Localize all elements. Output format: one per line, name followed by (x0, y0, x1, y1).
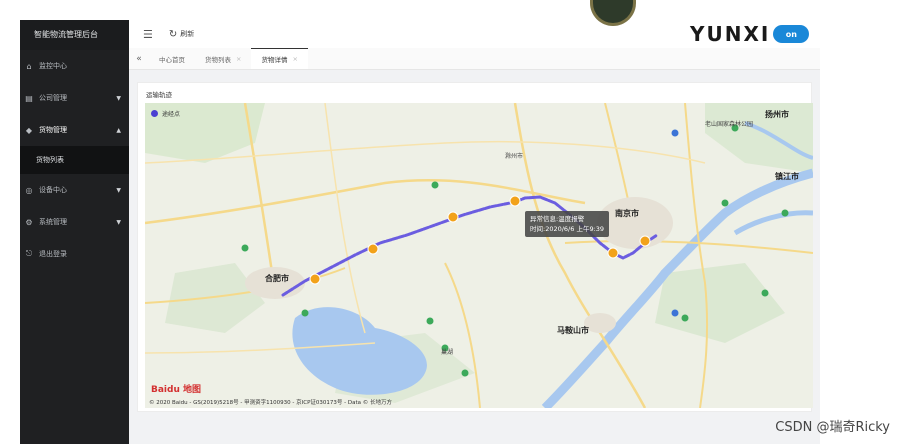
header-blank (636, 0, 690, 22)
map-canvas (145, 103, 813, 408)
close-icon[interactable]: × (236, 55, 241, 63)
chevron-down-icon: ▼ (116, 186, 121, 194)
box-icon: ◆ (25, 125, 33, 135)
map-city-label: 合肥市 (265, 274, 289, 283)
refresh-button[interactable]: ↻ 刷新 (169, 29, 194, 40)
map-city-label: 镇江市 (775, 172, 799, 181)
sidebar-item-company[interactable]: ▤ 公司管理 ▼ (20, 82, 129, 114)
tab-label: 货物列表 (205, 55, 231, 64)
logout-icon: ⎋ (25, 249, 33, 258)
close-icon[interactable]: × (292, 55, 297, 63)
tab-home[interactable]: 中心首页 (149, 48, 195, 69)
sidebar-item-logout[interactable]: ⎋ 退出登录 (20, 238, 129, 270)
map-city-label: 扬州市 (765, 110, 789, 119)
map-view[interactable]: 途经点 合肥市 南京市 马鞍山市 滁州市 扬州市 镇江市 巢湖 老山国家森林公园… (145, 103, 813, 408)
sidebar: 智能物流管理后台 ⌂ 监控中心 ▤ 公司管理 ▼ ◆ 货物管理 ▲ 货物列表 ◎… (20, 20, 129, 444)
sidebar-item-label: 设备中心 (39, 186, 67, 194)
main-content: 运输轨迹 途经点 合肥市 南京市 马鞍山市 滁州市 扬州市 镇江市 巢湖 老山国… (129, 70, 820, 444)
sidebar-item-label: 监控中心 (39, 62, 67, 70)
app-title: 智能物流管理后台 (20, 20, 129, 50)
baidu-logo-suffix: du 地图 (167, 385, 202, 395)
map-city-label: 南京市 (615, 209, 639, 218)
map-place-label: 巢湖 (441, 349, 454, 356)
sidebar-item-system[interactable]: ⚙ 系统管理 ▼ (20, 206, 129, 238)
sidebar-item-monitor[interactable]: ⌂ 监控中心 (20, 50, 129, 82)
gear-icon: ⚙ (25, 217, 33, 227)
sidebar-item-label: 退出登录 (39, 250, 67, 258)
sidebar-item-label: 公司管理 (39, 94, 67, 102)
brand-badge: on (773, 25, 810, 43)
tab-scroll-left-icon[interactable]: « (129, 48, 149, 69)
app-window: 智能物流管理后台 ⌂ 监控中心 ▤ 公司管理 ▼ ◆ 货物管理 ▲ 货物列表 ◎… (0, 0, 908, 444)
chevron-down-icon: ▼ (116, 218, 121, 226)
map-legend: 途经点 (151, 109, 180, 118)
route-panel: 运输轨迹 途经点 合肥市 南京市 马鞍山市 滁州市 扬州市 镇江市 巢湖 老山国… (137, 82, 813, 412)
tab-label: 中心首页 (159, 55, 185, 64)
baidu-logo: Baidu 地图 (151, 382, 201, 395)
sidebar-item-devices[interactable]: ◎ 设备中心 ▼ (20, 174, 129, 206)
brand-logo: YUNXI on (690, 22, 898, 46)
map-attribution: © 2020 Baidu - GS(2019)5218号 - 甲测资字11009… (149, 400, 393, 406)
chevron-up-icon: ▲ (116, 126, 121, 134)
hamburger-menu-icon[interactable]: ☰ (143, 28, 153, 41)
tab-goods-detail[interactable]: 货物详情 × (251, 48, 308, 69)
baidu-logo-text: Bai (151, 385, 168, 395)
sidebar-subitem-goods-list[interactable]: 货物列表 (20, 146, 129, 174)
tooltip-line-2: 时间:2020/6/6 上午9:39 (530, 225, 605, 233)
home-icon: ⌂ (26, 61, 32, 71)
map-city-label: 滁州市 (505, 153, 524, 160)
tab-goods-list[interactable]: 货物列表 × (195, 48, 251, 69)
chevron-down-icon: ▼ (116, 94, 121, 102)
map-place-label: 老山国家森林公园 (705, 121, 754, 128)
tab-bar: « 中心首页 货物列表 × 货物详情 × (129, 48, 820, 70)
sidebar-item-label: 货物管理 (39, 126, 67, 134)
refresh-icon: ↻ (168, 28, 178, 40)
sidebar-item-goods[interactable]: ◆ 货物管理 ▲ (20, 114, 129, 146)
device-icon: ◎ (25, 185, 33, 195)
sidebar-item-label: 系统管理 (39, 218, 67, 226)
building-icon: ▤ (25, 93, 33, 103)
tooltip-line-1: 异常信息:温度报警 (530, 215, 585, 223)
legend-dot-icon (151, 110, 158, 117)
refresh-label: 刷新 (180, 30, 195, 38)
watermark: CSDN @瑞奇Ricky (775, 420, 890, 435)
brand-text: YUNXI (690, 22, 771, 46)
alarm-tooltip: 异常信息:温度报警 时间:2020/6/6 上午9:39 (525, 211, 610, 237)
map-city-label: 马鞍山市 (557, 326, 589, 335)
panel-title: 运输轨迹 (146, 91, 172, 99)
tab-label: 货物详情 (261, 56, 288, 64)
legend-label: 途经点 (162, 111, 181, 118)
